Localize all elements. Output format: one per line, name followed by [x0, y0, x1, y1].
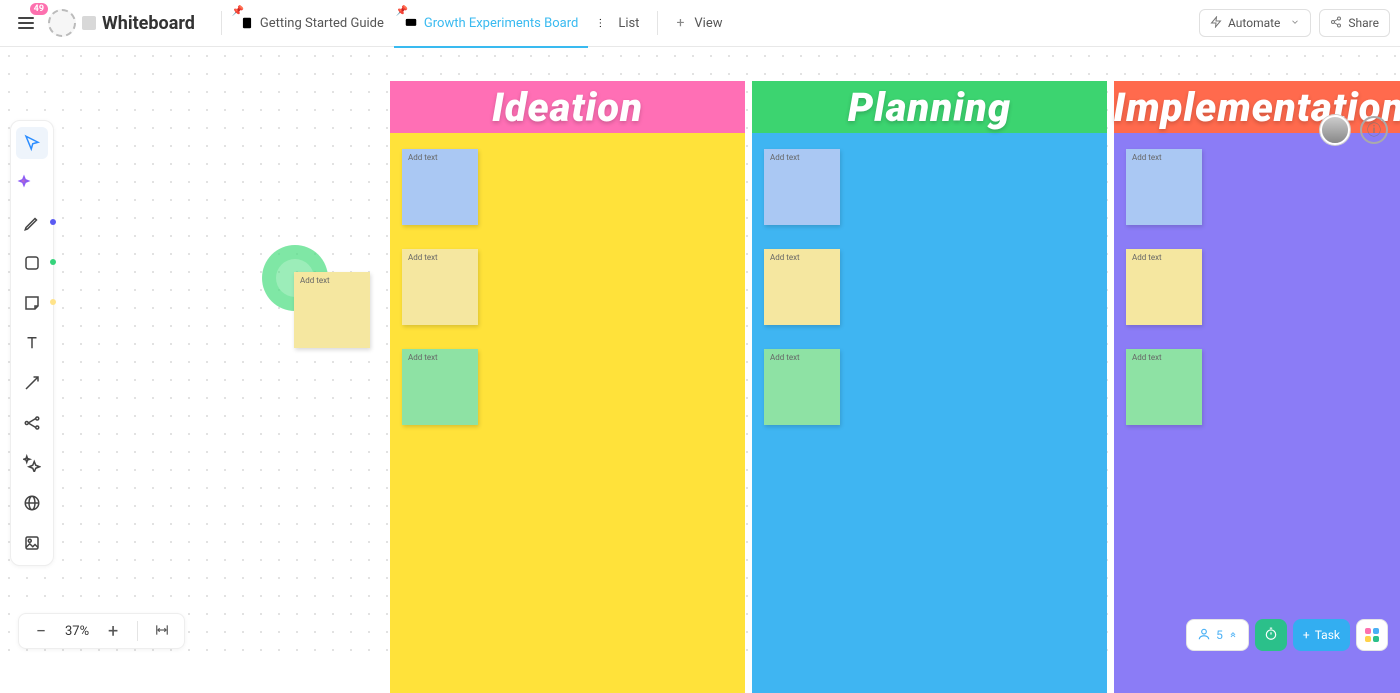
relationship-tool[interactable]: [16, 407, 48, 439]
list-icon: [598, 16, 612, 30]
menu-button[interactable]: 49: [10, 7, 42, 39]
whiteboard-icon: [404, 16, 418, 30]
document-icon: [240, 16, 254, 30]
sticky-note[interactable]: Add text: [764, 249, 840, 325]
zoom-value[interactable]: 37%: [65, 624, 89, 639]
sticky-placeholder: Add text: [408, 253, 438, 262]
collaborators-chip[interactable]: 5: [1186, 619, 1249, 651]
pin-icon: 📌: [396, 6, 408, 17]
column-header: Planning: [752, 81, 1107, 133]
shape-tool[interactable]: [16, 247, 48, 279]
tab-growth-experiments[interactable]: 📌 Growth Experiments Board: [394, 0, 588, 47]
top-bar: 49 Whiteboard 📌 Getting Started Guide 📌 …: [0, 0, 1400, 47]
zoom-in-button[interactable]: +: [103, 621, 123, 642]
people-icon: [1197, 627, 1211, 644]
sticky-note[interactable]: Add text: [1126, 349, 1202, 425]
dragging-sticky-note[interactable]: Add text: [294, 272, 370, 348]
column-planning[interactable]: Planning Add text Add text Add text: [752, 81, 1107, 693]
color-indicator: [50, 299, 56, 305]
divider: [137, 621, 138, 641]
sticky-placeholder: Add text: [408, 353, 438, 362]
ai-tool[interactable]: [16, 167, 48, 199]
tab-label: List: [618, 16, 639, 31]
folder-icon: [82, 16, 96, 30]
zoom-out-button[interactable]: −: [31, 621, 51, 642]
add-view-button[interactable]: + View: [666, 0, 732, 47]
plus-icon: +: [676, 15, 684, 31]
column-ideation[interactable]: Ideation Add text Add text Add text: [390, 81, 745, 693]
sticky-placeholder: Add text: [770, 253, 800, 262]
fit-width-button[interactable]: [152, 621, 172, 642]
divider: [221, 11, 222, 35]
magic-tool[interactable]: [16, 447, 48, 479]
column-title: Planning: [848, 84, 1011, 131]
sticky-note[interactable]: Add text: [1126, 249, 1202, 325]
stopwatch-icon: [1264, 627, 1278, 644]
hamburger-icon: [18, 17, 34, 29]
share-button[interactable]: Share: [1319, 9, 1390, 37]
tab-label: Getting Started Guide: [260, 16, 384, 31]
task-label: Task: [1315, 628, 1340, 642]
sticky-placeholder: Add text: [770, 353, 800, 362]
user-avatar[interactable]: [1320, 115, 1350, 145]
pen-tool[interactable]: [16, 207, 48, 239]
sticky-note[interactable]: Add text: [1126, 149, 1202, 225]
tab-getting-started[interactable]: 📌 Getting Started Guide: [230, 0, 394, 47]
pin-icon: 📌: [232, 6, 244, 17]
column-title: Ideation: [492, 84, 643, 131]
column-body[interactable]: Add text Add text Add text: [752, 133, 1107, 693]
chevron-down-icon: [1290, 16, 1300, 30]
help-button[interactable]: ⓘ: [1360, 116, 1388, 144]
select-tool[interactable]: [16, 127, 48, 159]
sticky-note[interactable]: Add text: [402, 149, 478, 225]
plus-icon: +: [1303, 628, 1310, 642]
add-task-button[interactable]: + Task: [1293, 619, 1350, 651]
column-implementation[interactable]: Implementation Add text Add text Add tex…: [1114, 81, 1400, 693]
web-tool[interactable]: [16, 487, 48, 519]
notification-badge: 49: [30, 3, 48, 15]
color-indicator: [50, 259, 56, 265]
sticky-placeholder: Add text: [408, 153, 438, 162]
add-view-label: View: [694, 16, 722, 31]
automate-label: Automate: [1228, 16, 1280, 30]
sticky-placeholder: Add text: [300, 276, 330, 285]
tool-palette: [10, 120, 54, 566]
divider: [657, 11, 658, 35]
apps-button[interactable]: [1356, 619, 1388, 651]
sticky-note[interactable]: Add text: [402, 249, 478, 325]
info-icon: ⓘ: [1367, 120, 1381, 140]
share-label: Share: [1348, 16, 1379, 30]
sticky-note[interactable]: Add text: [764, 349, 840, 425]
color-indicator: [50, 219, 56, 225]
column-body[interactable]: Add text Add text Add text: [1114, 133, 1400, 693]
zoom-controls: − 37% +: [18, 613, 185, 649]
sticky-note[interactable]: Add text: [764, 149, 840, 225]
text-tool[interactable]: [16, 327, 48, 359]
column-header: Ideation: [390, 81, 745, 133]
sticky-note-tool[interactable]: [16, 287, 48, 319]
image-tool[interactable]: [16, 527, 48, 559]
sticky-placeholder: Add text: [770, 153, 800, 162]
tab-label: Growth Experiments Board: [424, 16, 578, 31]
whiteboard-canvas[interactable]: Add text Ideation Add text Add text Add …: [0, 47, 1400, 663]
bolt-icon: [1210, 16, 1222, 31]
collaborator-count: 5: [1216, 628, 1223, 642]
share-icon: [1330, 16, 1342, 31]
loading-placeholder-icon: [48, 9, 76, 37]
timer-button[interactable]: [1255, 619, 1287, 651]
automate-button[interactable]: Automate: [1199, 9, 1311, 37]
column-body[interactable]: Add text Add text Add text: [390, 133, 745, 693]
page-title: Whiteboard: [102, 13, 195, 34]
sticky-placeholder: Add text: [1132, 153, 1162, 162]
tab-list[interactable]: List: [588, 0, 649, 47]
sticky-placeholder: Add text: [1132, 353, 1162, 362]
sticky-placeholder: Add text: [1132, 253, 1162, 262]
chevron-up-icon: [1228, 628, 1238, 642]
connector-tool[interactable]: [16, 367, 48, 399]
apps-grid-icon: [1365, 628, 1379, 642]
sticky-note[interactable]: Add text: [402, 349, 478, 425]
